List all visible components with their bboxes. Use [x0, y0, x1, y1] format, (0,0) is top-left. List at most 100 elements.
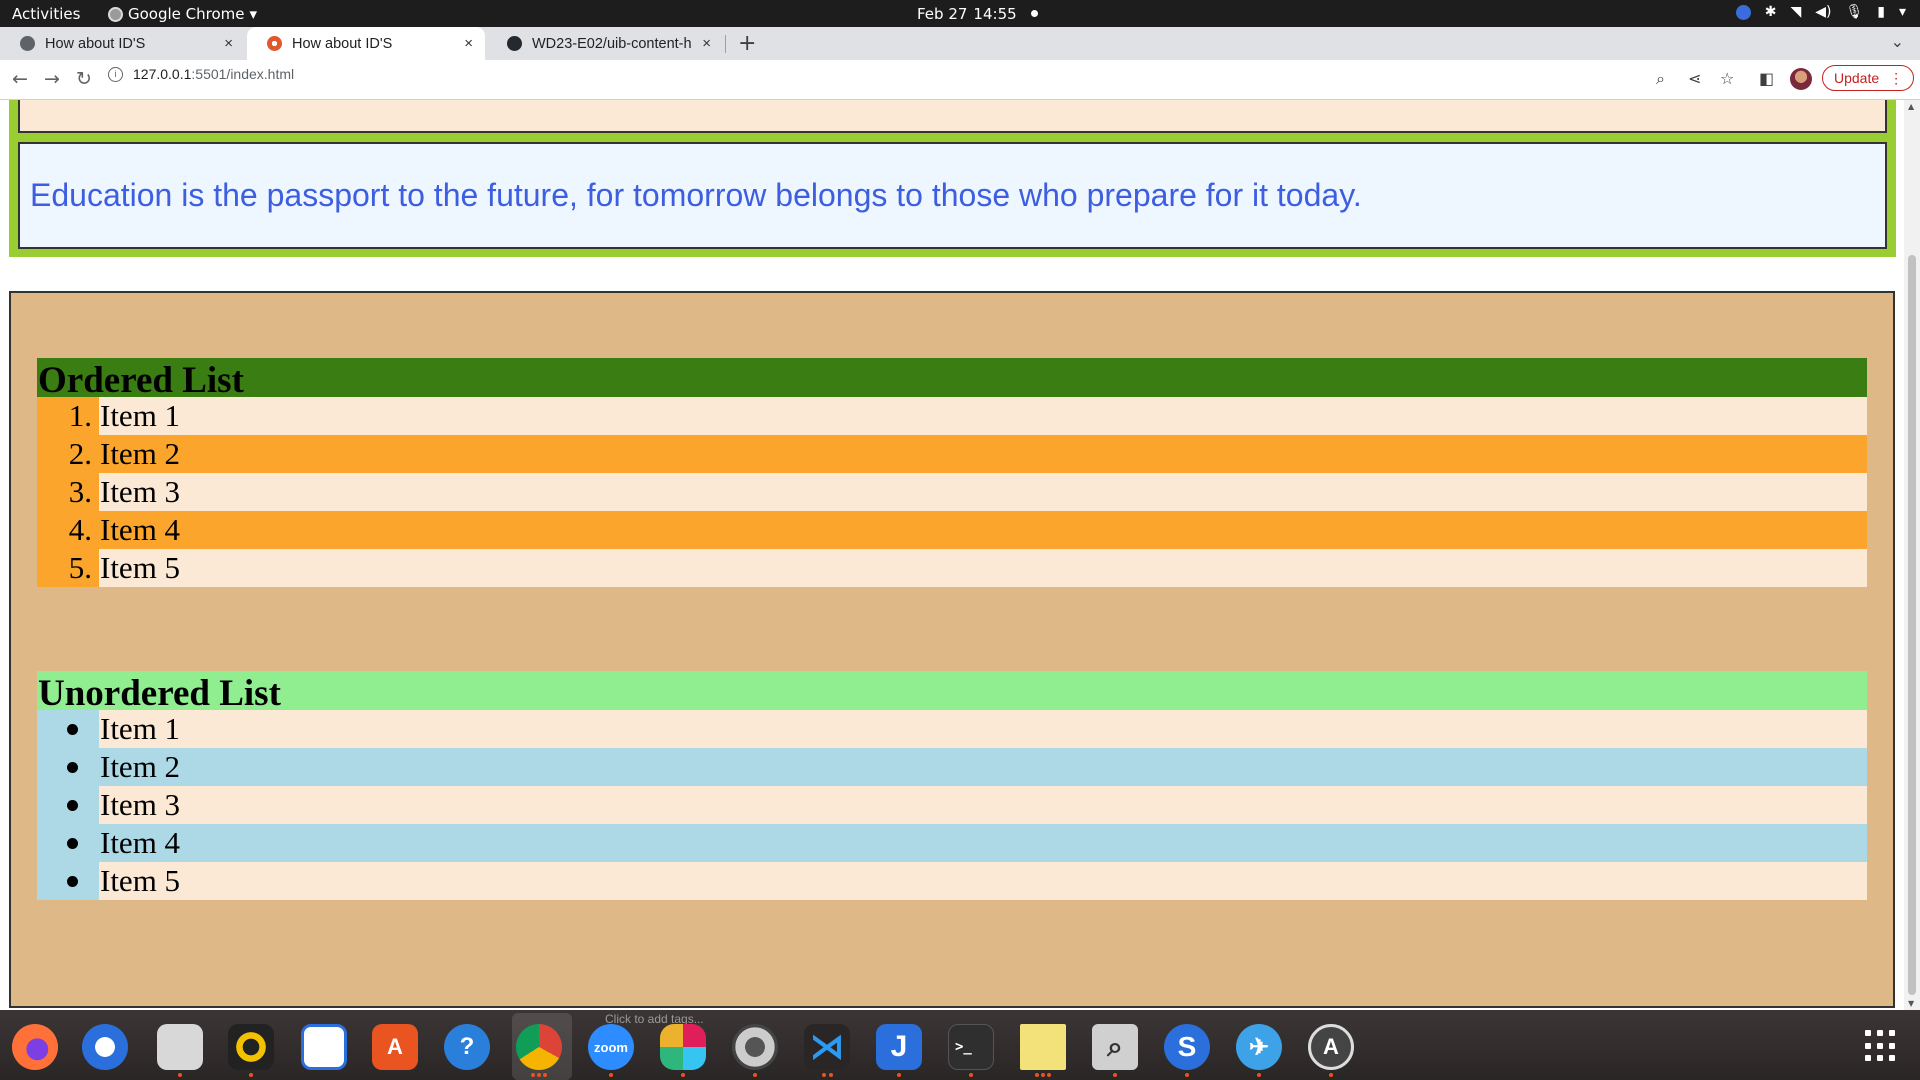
bookmark-star-icon[interactable]: ☆ — [1720, 69, 1734, 88]
tab-strip: How about ID'S × How about ID'S × WD23-E… — [0, 27, 1920, 60]
globe-favicon-icon — [20, 36, 35, 51]
tab-title: How about ID'S — [292, 35, 393, 52]
files-icon[interactable] — [157, 1024, 203, 1070]
updater-icon[interactable]: A — [1308, 1024, 1354, 1070]
scrollbar-thumb[interactable] — [1908, 255, 1916, 995]
writer-icon[interactable] — [301, 1024, 347, 1070]
running-indicator — [897, 1073, 901, 1077]
running-indicator — [1041, 1073, 1045, 1077]
list-item-text: Item 3 — [99, 473, 1867, 511]
running-indicator — [822, 1073, 826, 1077]
page-scrollbar[interactable]: ▲ ▼ — [1904, 100, 1920, 1010]
running-indicator — [969, 1073, 973, 1077]
slack-tray-icon[interactable]: ✱ — [1765, 4, 1777, 20]
battery-icon: ▮ — [1877, 4, 1885, 20]
tab-3[interactable]: WD23-E02/uib-content-h × — [487, 27, 723, 60]
forward-arrow-icon[interactable]: → — [44, 68, 60, 90]
unordered-list-heading: Unordered List — [37, 671, 1867, 715]
firefox-icon[interactable] — [12, 1024, 58, 1070]
scroll-down-arrow-icon[interactable]: ▼ — [1908, 999, 1914, 1008]
chrome-icon[interactable] — [516, 1024, 562, 1070]
sticky-notes-icon[interactable] — [1020, 1024, 1066, 1070]
app-menu[interactable]: Google Chrome ▾ — [108, 5, 257, 23]
microphone-icon: 🎙 — [1845, 4, 1864, 20]
rhythmbox-icon[interactable] — [228, 1024, 274, 1070]
notification-dot-icon — [1030, 10, 1038, 17]
running-indicator — [681, 1073, 685, 1077]
quote-box: Education is the passport to the future,… — [18, 142, 1887, 249]
app-name-label: Google Chrome — [128, 5, 245, 23]
chrome-icon — [108, 6, 123, 22]
zoom-tray-icon[interactable] — [1735, 4, 1751, 20]
terminal-icon[interactable]: >_ — [948, 1024, 994, 1070]
list-number: 5. — [37, 549, 99, 587]
close-tab-icon[interactable]: × — [464, 35, 473, 52]
running-indicator — [249, 1073, 253, 1077]
simplenote-icon[interactable]: S — [1164, 1024, 1210, 1070]
side-panel-icon[interactable]: ◧ — [1759, 69, 1774, 88]
list-item-text: Item 2 — [99, 435, 1867, 473]
system-tray[interactable]: ✱ ◥ ◀) 🎙 ▮ ▾ — [1735, 4, 1906, 20]
activities-button[interactable]: Activities — [12, 5, 80, 23]
list-item-text: Item 5 — [99, 549, 1867, 587]
image-viewer-icon[interactable]: ⌕ — [1092, 1024, 1138, 1070]
show-applications-grid-icon[interactable] — [1865, 1030, 1897, 1062]
tab-2-active[interactable]: How about ID'S × — [247, 27, 485, 60]
bullet-marker — [37, 748, 99, 786]
page-favicon-icon — [267, 36, 282, 51]
thunderbird-icon[interactable] — [82, 1024, 128, 1070]
slack-icon[interactable] — [660, 1024, 706, 1070]
close-tab-icon[interactable]: × — [702, 35, 711, 52]
update-label: Update — [1834, 70, 1880, 86]
list-item: 5. Item 5 — [37, 549, 1867, 587]
remmina-icon[interactable]: ✈ — [1236, 1024, 1282, 1070]
previous-content-box — [18, 100, 1887, 133]
tab-1[interactable]: How about ID'S × — [0, 27, 245, 60]
quote-text: Education is the passport to the future,… — [30, 177, 1362, 213]
list-item: Item 3 — [37, 786, 1867, 824]
list-item: Item 1 — [37, 710, 1867, 748]
caret-down-icon: ▾ — [249, 5, 258, 23]
site-info-icon[interactable]: i — [108, 66, 123, 82]
list-item-text: Item 1 — [99, 397, 1867, 435]
running-indicator — [1035, 1073, 1039, 1077]
zoom-app-icon[interactable]: zoom — [588, 1024, 634, 1070]
new-tab-icon[interactable]: + — [738, 31, 756, 56]
ordered-list: 1. Item 1 2. Item 2 3. Item 3 4. Item 4 5. It… — [37, 397, 1867, 587]
tab-search-chevron-icon[interactable]: ⌄ — [1891, 32, 1904, 51]
wifi-icon: ◥ — [1790, 4, 1802, 20]
system-menu-caret-icon[interactable]: ▾ — [1899, 4, 1906, 20]
update-button[interactable]: Update ⋮ — [1822, 65, 1915, 91]
close-tab-icon[interactable]: × — [224, 35, 233, 52]
joplin-icon[interactable]: J — [876, 1024, 922, 1070]
bullet-icon — [67, 837, 78, 849]
list-number: 3. — [37, 473, 99, 511]
reload-icon[interactable]: ↻ — [76, 68, 92, 90]
list-item: Item 4 — [37, 824, 1867, 862]
running-indicator — [543, 1073, 547, 1077]
software-center-icon[interactable]: A — [372, 1024, 418, 1070]
running-indicator — [609, 1073, 613, 1077]
clock[interactable]: Feb 27 14:55 — [917, 5, 1038, 23]
zoom-magnifier-icon[interactable]: ⌕ — [1656, 69, 1665, 89]
back-arrow-icon[interactable]: ← — [12, 68, 28, 90]
help-icon[interactable]: ? — [444, 1024, 490, 1070]
share-icon[interactable]: ⋖ — [1688, 69, 1701, 88]
running-indicator — [1257, 1073, 1261, 1077]
address-bar[interactable]: i 127.0.0.1:5501/index.html — [108, 66, 294, 82]
tab-title: WD23-E02/uib-content-h — [532, 35, 692, 52]
bullet-icon — [67, 799, 78, 811]
list-item: 2. Item 2 — [37, 435, 1867, 473]
vscode-icon[interactable]: ⋊ — [804, 1024, 850, 1070]
running-indicator — [1113, 1073, 1117, 1077]
settings-gear-icon[interactable] — [732, 1024, 778, 1070]
list-item-text: Item 3 — [99, 786, 1867, 824]
list-item-text: Item 4 — [99, 824, 1867, 862]
profile-avatar[interactable] — [1790, 68, 1812, 90]
unordered-list: Item 1 Item 2 Item 3 Item 4 Item 5 — [37, 710, 1867, 900]
list-item-text: Item 1 — [99, 710, 1867, 748]
list-item-text: Item 5 — [99, 862, 1867, 900]
tab-separator — [725, 35, 726, 53]
system-top-bar: Activities Google Chrome ▾ Feb 27 14:55 … — [0, 0, 1920, 27]
scroll-up-arrow-icon[interactable]: ▲ — [1908, 102, 1914, 111]
